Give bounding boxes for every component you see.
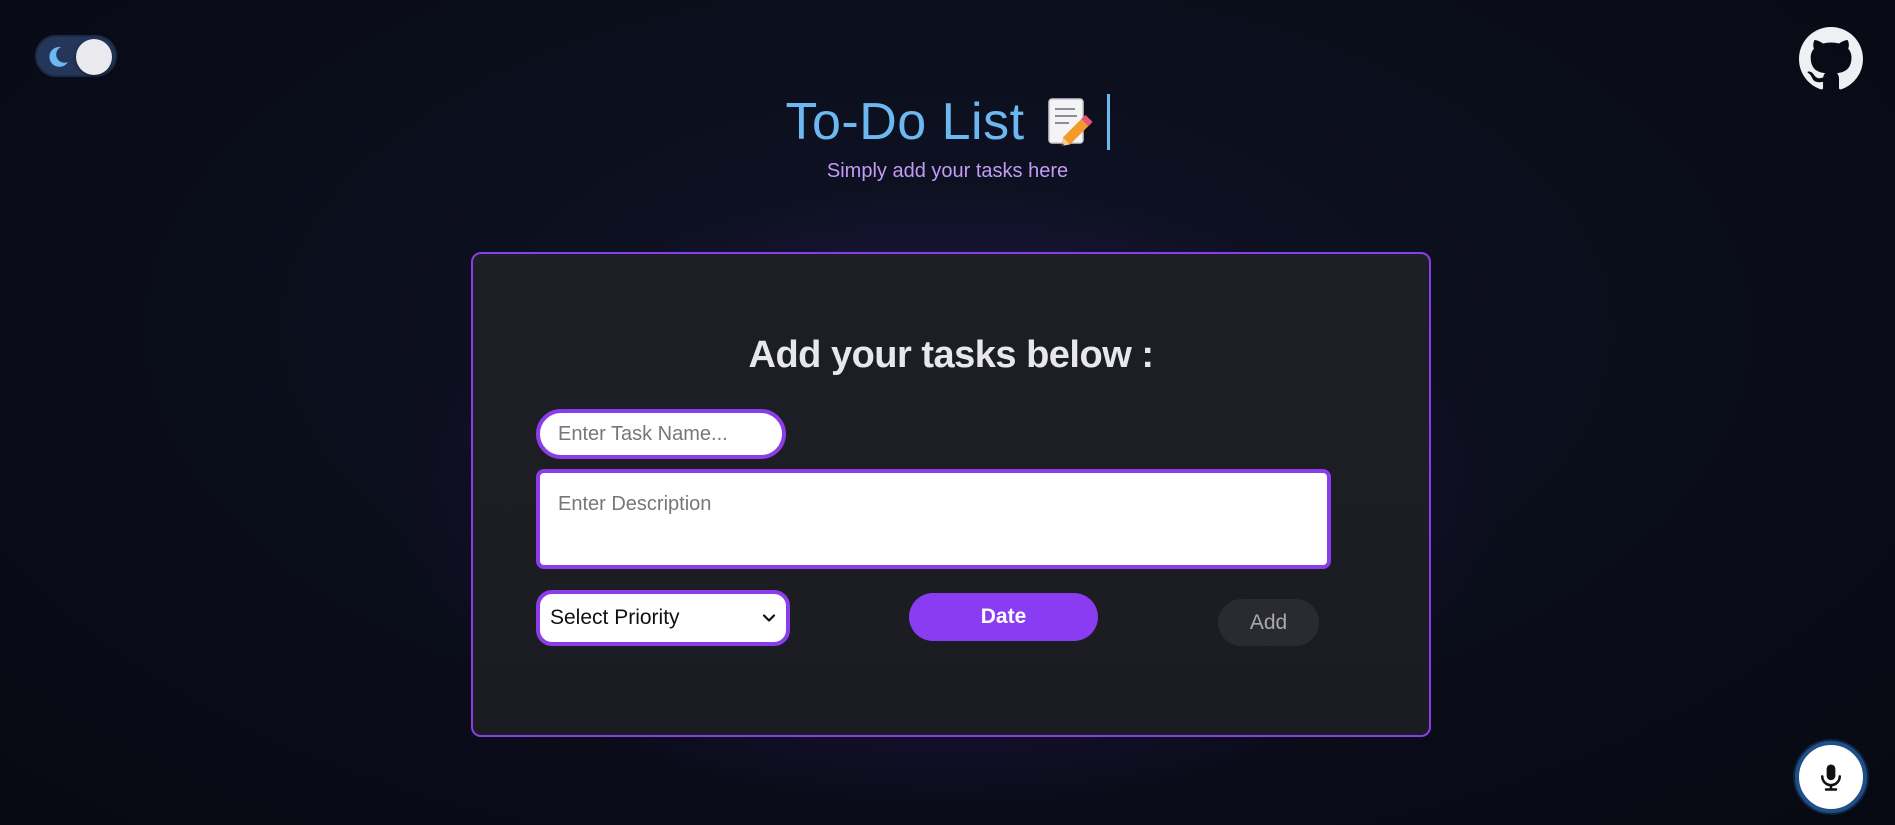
toggle-knob [76,39,112,75]
github-link[interactable] [1799,27,1863,91]
moon-icon [49,46,68,67]
priority-selected-value: Select Priority [550,606,680,629]
memo-icon [1047,98,1093,146]
add-button[interactable]: Add [1218,599,1319,646]
date-button[interactable]: Date [909,593,1098,641]
theme-toggle[interactable] [35,35,117,77]
task-form-card: Add your tasks below : Select Priority D… [471,252,1431,737]
page-title: To-Do List [785,93,1025,151]
form-heading: Add your tasks below : [748,334,1154,376]
priority-select[interactable]: Select Priority [536,590,790,646]
task-description-input[interactable] [536,469,1331,569]
task-name-input[interactable] [536,409,786,459]
typing-caret [1106,94,1110,150]
page-header: To-Do List Simply add your tasks here [0,92,1895,183]
chevron-down-icon [762,614,776,622]
github-icon [1799,27,1863,90]
microphone-icon [1821,764,1841,791]
voice-input-button[interactable] [1795,741,1867,813]
page-subtitle: Simply add your tasks here [826,160,1069,182]
